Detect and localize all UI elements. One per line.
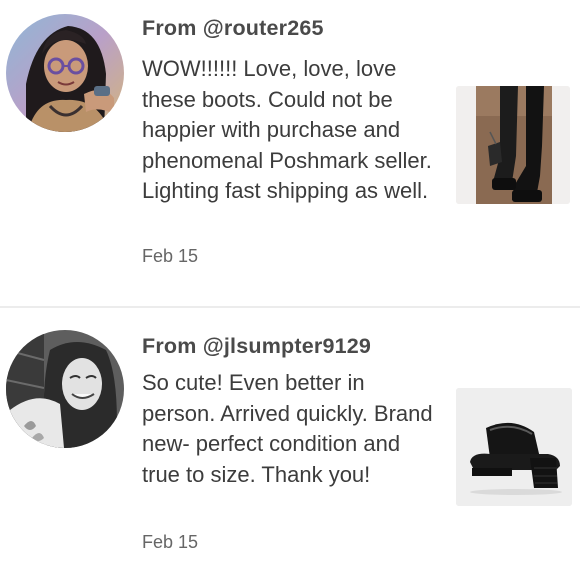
reviewer-username[interactable]: From @jlsumpter9129 [142,334,371,359]
avatar-photo-icon [6,14,124,132]
review-item: From @jlsumpter9129 So cute! Even better… [0,308,580,580]
product-thumbnail[interactable] [456,388,572,506]
review-text: WOW!!!!!! Love, love, love these boots. … [142,56,432,204]
reviewer-avatar[interactable] [6,330,124,448]
avatar-photo-icon [6,330,124,448]
review-feed: From @router265 WOW!!!!!! Love, love, lo… [0,0,580,580]
product-thumbnail[interactable] [456,86,570,204]
review-date: Feb 15 [142,246,199,266]
boots-photo-icon [456,86,570,204]
review-date: Feb 15 [142,532,199,552]
sandal-photo-icon [456,388,572,506]
reviewer-username[interactable]: From @router265 [142,16,324,41]
review-text: So cute! Even better in person. Arrived … [142,370,433,487]
review-item: From @router265 WOW!!!!!! Love, love, lo… [0,0,580,306]
reviewer-avatar[interactable] [6,14,124,132]
